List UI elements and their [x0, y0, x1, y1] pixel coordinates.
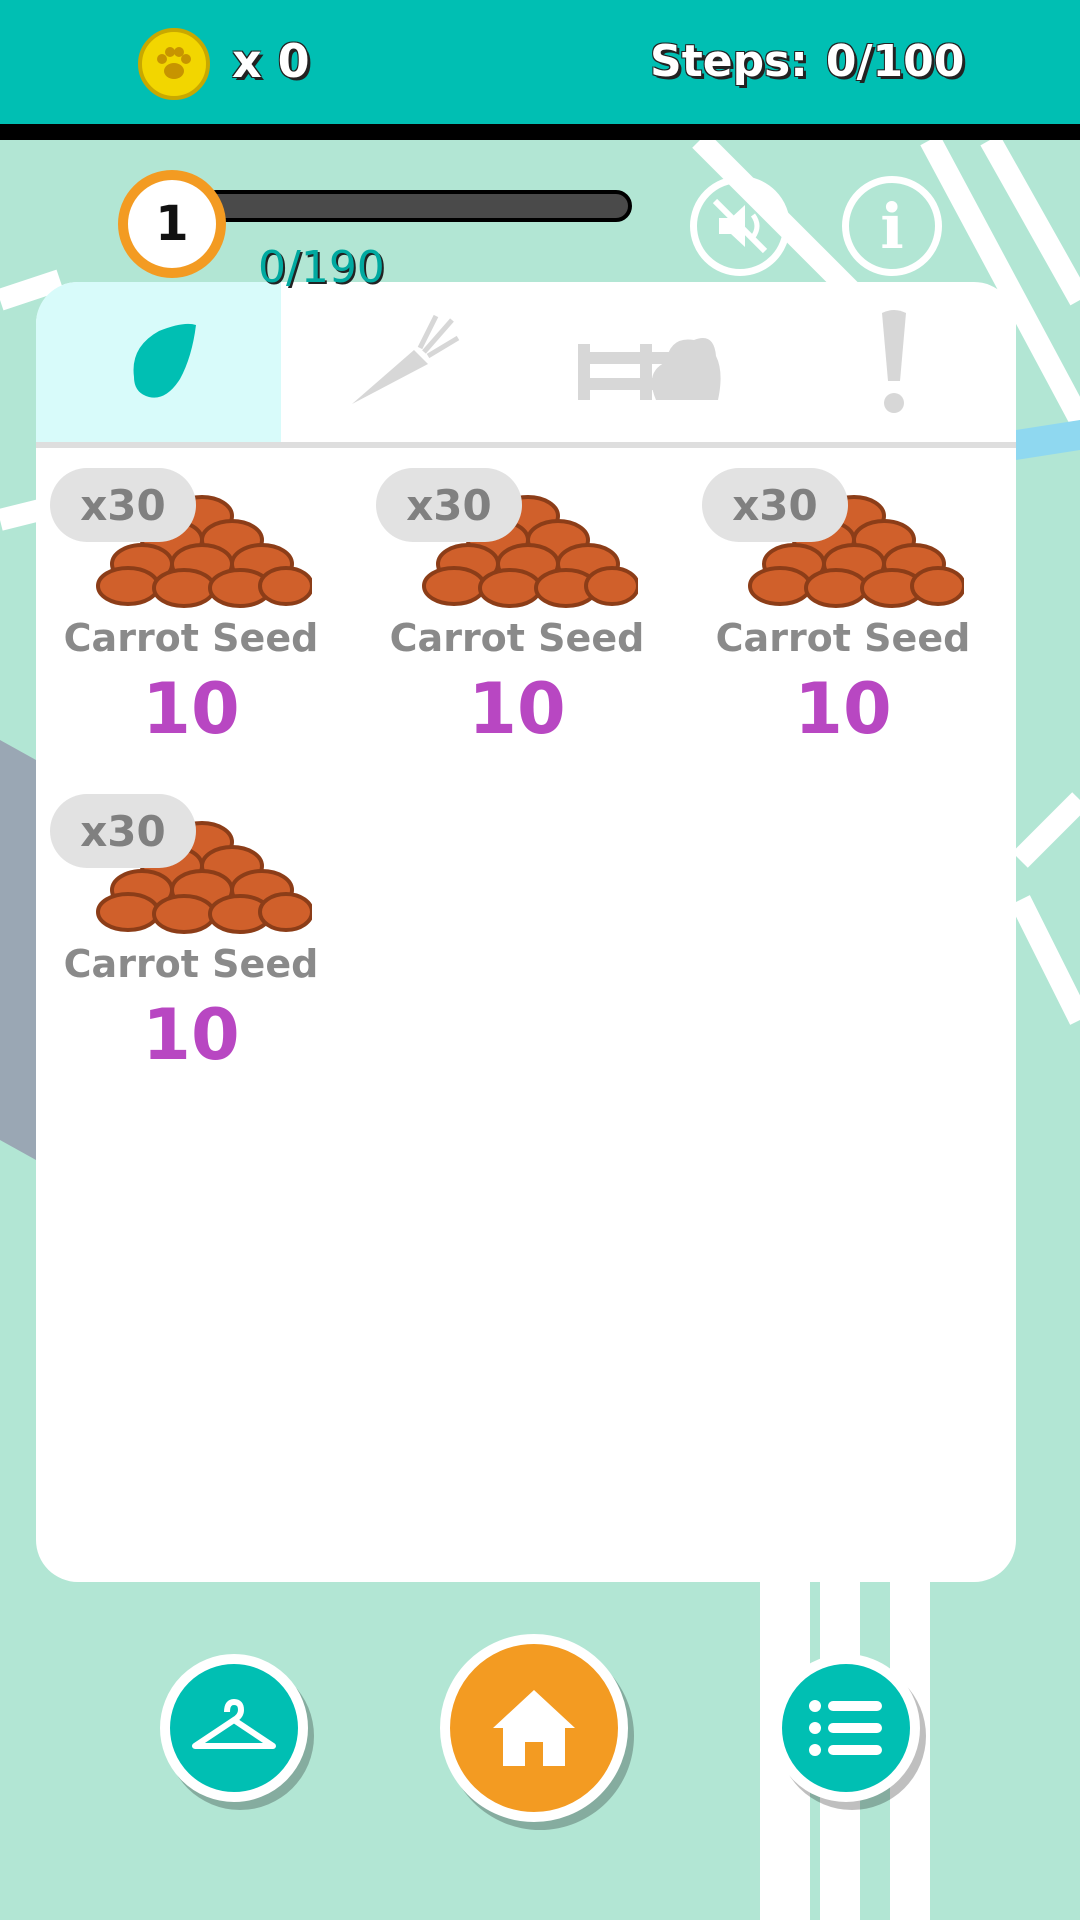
sound-muted-icon: [712, 198, 768, 254]
xp-progress-bar: [200, 190, 632, 222]
shop-item-carrot-seed[interactable]: x30 Carrot Seed 10: [36, 794, 346, 1094]
info-button[interactable]: i: [842, 176, 942, 276]
shop-item-carrot-seed[interactable]: x30 Carrot Seed 10: [362, 468, 672, 768]
item-price: 10: [468, 668, 566, 750]
tab-crops[interactable]: [281, 282, 526, 442]
item-name: Carrot Seed: [63, 942, 319, 986]
item-quantity-badge: x30: [702, 468, 848, 542]
tab-seeds[interactable]: [36, 282, 281, 442]
seed-drop-icon: [133, 323, 196, 398]
tab-decorations[interactable]: [526, 282, 771, 442]
item-quantity-badge: x30: [50, 794, 196, 868]
category-tabs: [36, 282, 1016, 442]
carrot-icon: [351, 314, 459, 404]
wardrobe-button[interactable]: [160, 1654, 308, 1802]
fence-bush-icon: [577, 338, 721, 400]
item-price: 10: [142, 668, 240, 750]
menu-list-button[interactable]: [772, 1654, 920, 1802]
sound-toggle-button[interactable]: [690, 176, 790, 276]
paw-coin-icon: [138, 28, 210, 100]
shop-item-carrot-seed[interactable]: x30 Carrot Seed 10: [688, 468, 998, 768]
exclamation-icon: [881, 310, 906, 413]
info-icon: i: [880, 189, 904, 263]
item-name: Carrot Seed: [715, 616, 971, 660]
item-price: 10: [794, 668, 892, 750]
level-badge: 1: [118, 170, 226, 278]
shop-item-carrot-seed[interactable]: x30 Carrot Seed 10: [36, 468, 346, 768]
hanger-icon: [192, 1699, 276, 1749]
steps-label: Steps:: [650, 36, 808, 87]
item-quantity-badge: x30: [376, 468, 522, 542]
home-icon: [493, 1690, 575, 1766]
list-icon: [809, 1700, 882, 1756]
top-bar: x 0 Steps: 0/100: [0, 0, 1080, 140]
item-name: Carrot Seed: [389, 616, 645, 660]
tab-special[interactable]: [771, 282, 1016, 442]
item-quantity-badge: x30: [50, 468, 196, 542]
xp-text: 0/190: [258, 242, 385, 293]
steps-counter: Steps: 0/100: [650, 36, 964, 87]
shop-panel: x30 Carrot Seed 10 x30 Carrot Seed 10 x3…: [36, 282, 1016, 1582]
item-name: Carrot Seed: [63, 616, 319, 660]
item-price: 10: [142, 994, 240, 1076]
coin-count: x 0: [232, 34, 310, 88]
home-button[interactable]: [440, 1634, 628, 1822]
steps-value: 0/100: [825, 36, 965, 87]
tab-divider: [36, 442, 1016, 448]
